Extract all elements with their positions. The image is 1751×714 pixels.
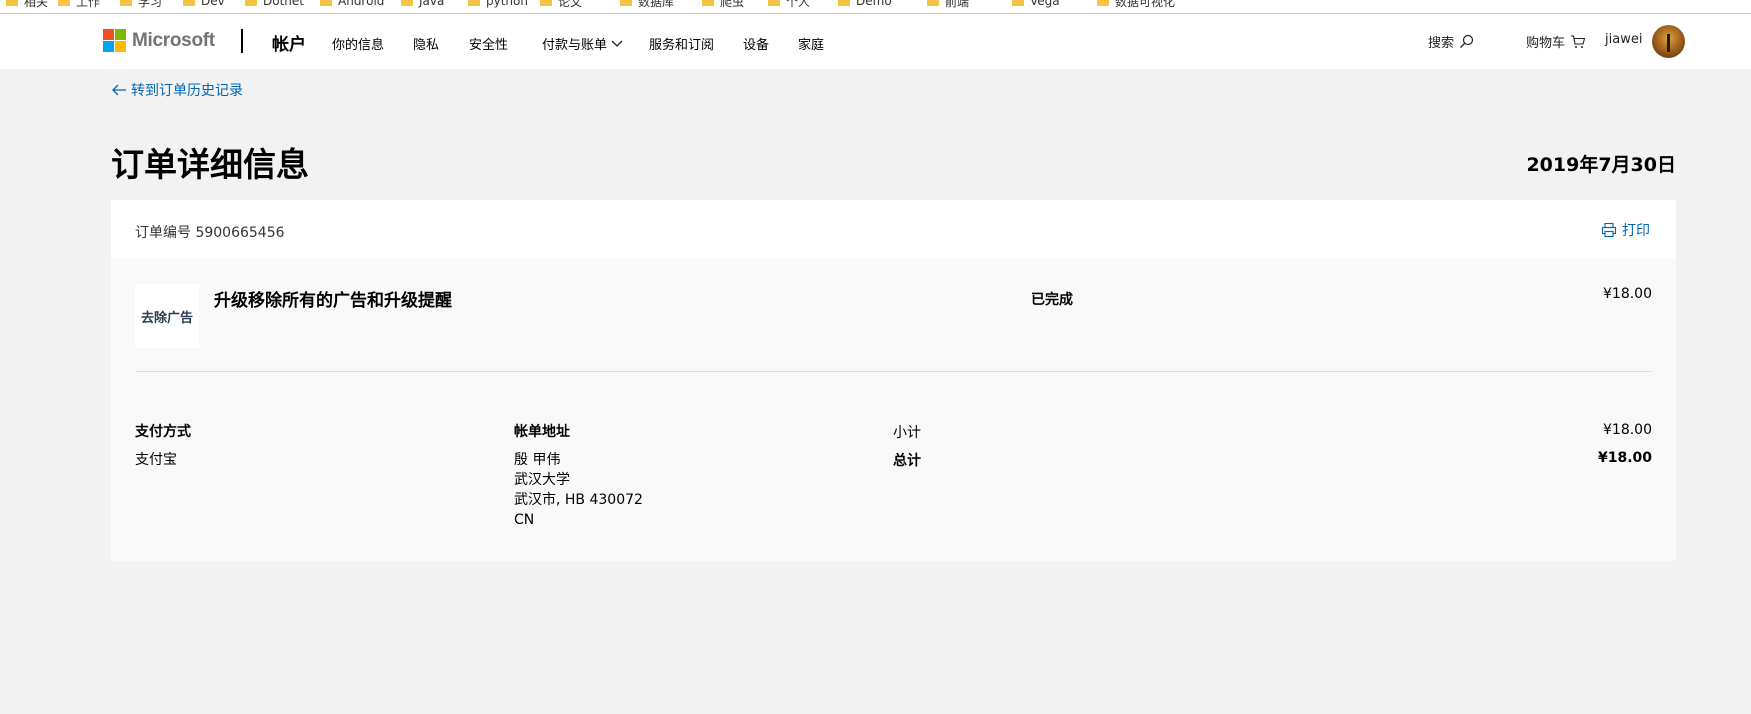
site-header: Microsoft 帐户 你的信息 隐私 安全性 付款与账单 服务和订阅 设备 …: [0, 14, 1751, 69]
folder-icon: [702, 0, 714, 6]
folder-icon: [540, 0, 552, 6]
cart-button[interactable]: 购物车: [1526, 32, 1586, 51]
bookmark-item[interactable]: 前端: [927, 0, 969, 9]
payment-method-label: 支付方式: [135, 424, 191, 440]
avatar[interactable]: [1652, 25, 1685, 58]
print-button[interactable]: 打印: [1601, 220, 1650, 240]
total-label: 总计: [893, 453, 921, 469]
bookmark-item[interactable]: python: [468, 0, 528, 8]
microsoft-logo[interactable]: Microsoft: [103, 29, 215, 52]
folder-icon: [6, 0, 18, 6]
nav-devices[interactable]: 设备: [743, 34, 769, 53]
folder-icon: [468, 0, 480, 6]
nav-payment-billing[interactable]: 付款与账单: [542, 34, 623, 53]
bookmark-item[interactable]: 相关: [6, 0, 48, 9]
payment-method-section: 支付方式 支付宝: [135, 422, 191, 470]
divider: [135, 371, 1652, 372]
order-header-bar: 订单编号 5900665456 打印: [111, 200, 1676, 259]
product-name: 升级移除所有的广告和升级提醒: [214, 291, 452, 311]
order-number: 订单编号 5900665456: [135, 225, 285, 241]
billing-country: CN: [514, 512, 535, 528]
bookmark-item[interactable]: Android: [320, 0, 384, 8]
product-price: ¥18.00: [1603, 286, 1652, 302]
bookmark-item[interactable]: 论文: [540, 0, 582, 9]
cart-icon: [1571, 34, 1586, 48]
folder-icon: [401, 0, 413, 6]
order-date: 2019年7月30日: [1526, 154, 1676, 176]
bookmark-item[interactable]: 学习: [120, 0, 162, 9]
chevron-down-icon: [611, 40, 623, 47]
folder-icon: [838, 0, 850, 6]
product-thumbnail: 去除广告: [135, 284, 199, 348]
back-to-order-history-link[interactable]: 转到订单历史记录: [112, 80, 243, 100]
folder-icon: [1097, 0, 1109, 6]
order-details-panel: 去除广告 升级移除所有的广告和升级提醒 已完成 ¥18.00 支付方式 支付宝 …: [111, 259, 1676, 561]
billing-name: 殷 甲伟: [514, 452, 561, 468]
page-title: 订单详细信息: [111, 145, 309, 184]
folder-icon: [120, 0, 132, 6]
nav-family[interactable]: 家庭: [798, 34, 824, 53]
nav-services-subscriptions[interactable]: 服务和订阅: [649, 34, 714, 53]
search-icon: [1460, 34, 1474, 48]
folder-icon: [320, 0, 332, 6]
bookmark-item[interactable]: 工作: [58, 0, 100, 9]
bookmark-item[interactable]: 个人: [768, 0, 810, 9]
bookmark-item[interactable]: Java: [401, 0, 444, 8]
subtotal-label: 小计: [893, 425, 921, 441]
printer-icon: [1601, 222, 1617, 238]
brand-name: Microsoft: [132, 29, 215, 51]
bookmark-item[interactable]: 数据库: [620, 0, 674, 9]
nav-security[interactable]: 安全性: [469, 34, 508, 53]
folder-icon: [768, 0, 780, 6]
bookmark-item[interactable]: Vega: [1012, 0, 1060, 8]
folder-icon: [183, 0, 195, 6]
order-status: 已完成: [1031, 292, 1073, 308]
bookmark-item[interactable]: Dev: [183, 0, 225, 8]
billing-address-label: 帐单地址: [514, 424, 570, 440]
billing-line: 武汉大学: [514, 472, 570, 488]
nav-your-info[interactable]: 你的信息: [332, 34, 384, 53]
bookmark-item[interactable]: 数据可视化: [1097, 0, 1175, 9]
bookmark-item[interactable]: 爬虫: [702, 0, 744, 9]
account-section-title[interactable]: 帐户: [272, 30, 306, 55]
folder-icon: [245, 0, 257, 6]
nav-privacy[interactable]: 隐私: [413, 34, 439, 53]
billing-line: 武汉市, HB 430072: [514, 492, 643, 508]
total-value: ¥18.00: [1597, 450, 1652, 466]
header-divider: [241, 29, 243, 53]
microsoft-logo-icon: [103, 29, 126, 52]
folder-icon: [1012, 0, 1024, 6]
account-username[interactable]: jiawei: [1605, 32, 1642, 47]
folder-icon: [58, 0, 70, 6]
search-button[interactable]: 搜索: [1428, 32, 1474, 51]
arrow-left-icon: [112, 84, 126, 96]
bookmarks-bar: 相关 工作 学习 Dev Dotnet Android Java python …: [0, 0, 1751, 14]
bookmark-item[interactable]: Demo: [838, 0, 892, 8]
folder-icon: [927, 0, 939, 6]
folder-icon: [620, 0, 632, 6]
bookmark-item[interactable]: Dotnet: [245, 0, 304, 8]
billing-address-section: 帐单地址 殷 甲伟 武汉大学 武汉市, HB 430072 CN: [514, 422, 643, 530]
payment-method-value: 支付宝: [135, 452, 177, 468]
subtotal-value: ¥18.00: [1603, 422, 1652, 438]
